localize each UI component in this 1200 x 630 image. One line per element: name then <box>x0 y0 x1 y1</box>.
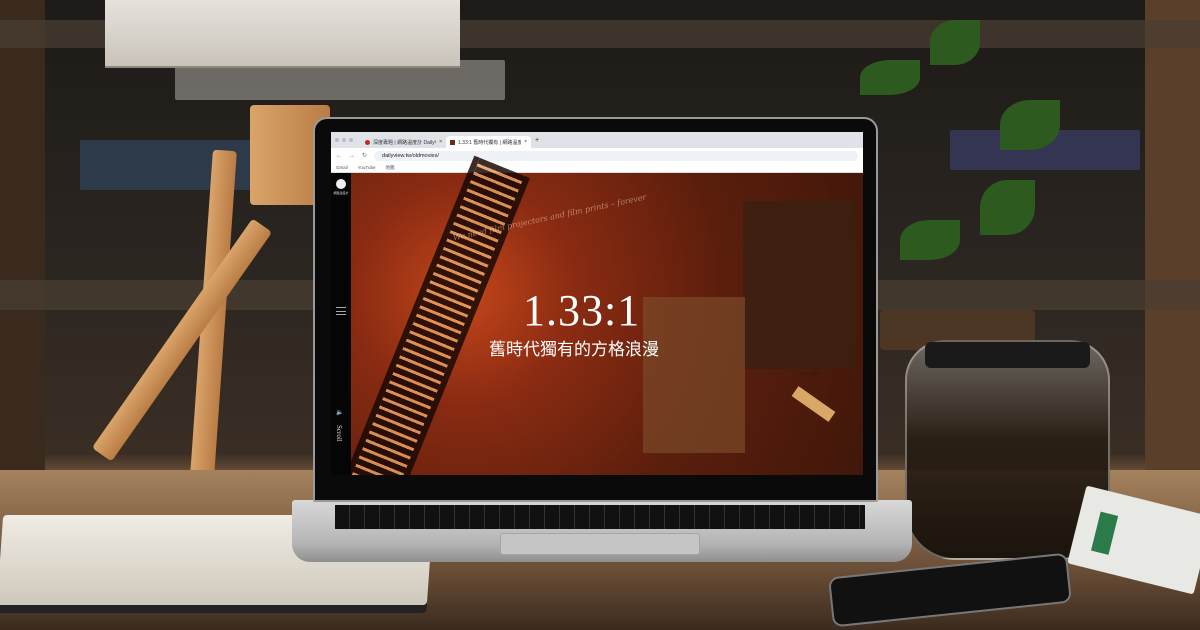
photo-caption: the days <box>801 371 820 377</box>
site-sidebar: 網路溫度計 🔈 Scroll <box>331 173 351 475</box>
laptop-keyboard <box>335 505 865 529</box>
tab-oldmovies[interactable]: 1.33:1 舊時代獨有 | 網路溫度計 D × <box>446 136 531 148</box>
favicon-icon <box>365 139 370 145</box>
plant-leaf <box>1000 100 1060 150</box>
scroll-indicator[interactable]: Scroll <box>335 425 343 442</box>
bookmark-gmail[interactable]: Gmail <box>336 165 348 170</box>
hero-section: We need film projectors and film prints … <box>331 155 863 475</box>
tab-dailyview[interactable]: 深度專題 | 網路溫度計 DailyView × <box>361 136 446 148</box>
new-tab-button[interactable]: + <box>535 137 539 144</box>
film-strip-image <box>332 155 530 475</box>
headline: 1.33:1 <box>523 286 641 335</box>
favicon-icon <box>450 139 455 145</box>
plant-leaf <box>900 220 960 260</box>
collage-photo <box>743 201 855 369</box>
background-shelf-post <box>1145 0 1200 480</box>
plant-leaf <box>860 60 920 95</box>
plant-leaf <box>980 180 1035 235</box>
subtitle: 舊時代獨有的方格浪漫 <box>489 340 659 360</box>
reload-icon[interactable]: ↻ <box>362 152 367 159</box>
laptop-screen: 深度專題 | 網路溫度計 DailyView × 1.33:1 舊時代獨有 | … <box>331 132 863 475</box>
laptop-trackpad <box>500 533 700 555</box>
mute-icon[interactable]: 🔈 <box>336 409 343 416</box>
logo-text: 網路溫度計 <box>333 191 349 195</box>
lamp-leg <box>91 218 273 462</box>
background-wall <box>0 0 45 480</box>
bookmarks-bar: Gmail YouTube 地圖 <box>331 163 863 173</box>
logo-icon[interactable] <box>336 179 346 189</box>
hamburger-menu-icon[interactable] <box>336 307 346 315</box>
tape-decoration <box>791 386 836 422</box>
bookmark-youtube[interactable]: YouTube <box>358 165 376 170</box>
close-tab-icon[interactable]: × <box>524 139 527 145</box>
tab-bar: 深度專題 | 網路溫度計 DailyView × 1.33:1 舊時代獨有 | … <box>331 132 863 148</box>
collage-photo <box>643 297 745 453</box>
jar-lid <box>925 342 1090 368</box>
forward-icon[interactable]: → <box>349 153 355 159</box>
lamp-shade <box>105 0 460 68</box>
bookmark-maps[interactable]: 地圖 <box>385 165 394 171</box>
address-bar-row: ← → ↻ dailyview.tw/oldmovies/ <box>331 148 863 163</box>
url-input[interactable]: dailyview.tw/oldmovies/ <box>374 150 858 161</box>
window-controls[interactable] <box>335 138 353 142</box>
back-icon[interactable]: ← <box>336 153 342 159</box>
plant-leaf <box>930 20 980 65</box>
close-tab-icon[interactable]: × <box>439 139 442 145</box>
